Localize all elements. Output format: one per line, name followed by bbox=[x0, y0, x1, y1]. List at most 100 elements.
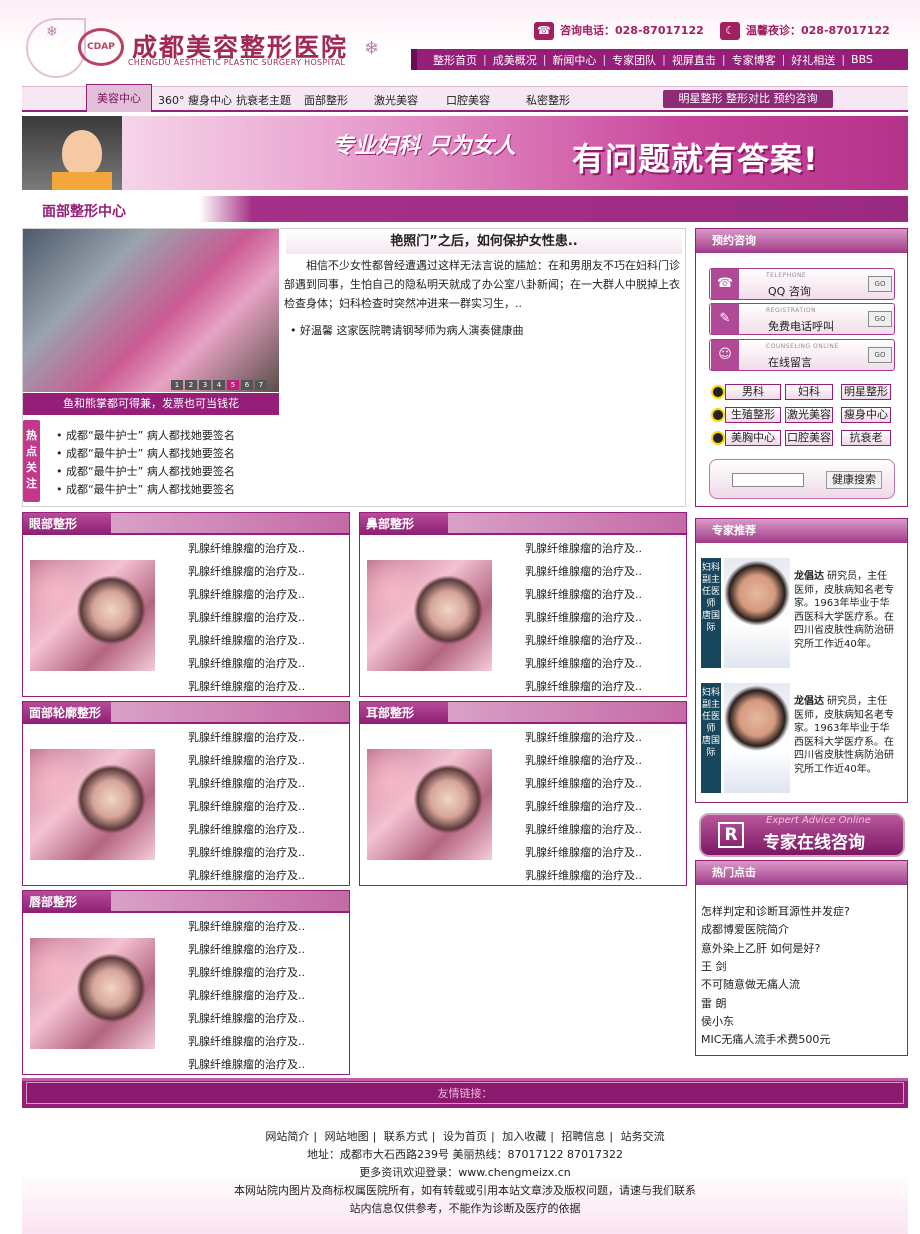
search-button[interactable]: 健康搜索 bbox=[826, 471, 882, 489]
pager-7[interactable]: 7 bbox=[255, 380, 267, 390]
category-article-link[interactable]: 乳腺纤维腺瘤的治疗及.. bbox=[525, 540, 642, 556]
category-article-link[interactable]: 乳腺纤维腺瘤的治疗及.. bbox=[525, 586, 642, 602]
pager-3[interactable]: 3 bbox=[199, 380, 211, 390]
category-article-link[interactable]: 乳腺纤维腺瘤的治疗及.. bbox=[188, 987, 305, 1003]
footer-link-sitemap[interactable]: 网站地图 bbox=[321, 1130, 373, 1143]
category-article-link[interactable]: 乳腺纤维腺瘤的治疗及.. bbox=[525, 678, 642, 694]
keyword-button[interactable]: 瘦身中心 bbox=[841, 407, 891, 423]
category-article-link[interactable]: 乳腺纤维腺瘤的治疗及.. bbox=[188, 798, 305, 814]
category-title[interactable]: 唇部整形 bbox=[23, 891, 111, 913]
keyword-button[interactable]: 激光美容 bbox=[785, 407, 833, 423]
hot-click-link[interactable]: MIC无痛人流手术费500元 bbox=[701, 1031, 830, 1047]
feature-caption[interactable]: 鱼和熊掌都可得兼，发票也可当钱花 bbox=[23, 393, 279, 415]
expert-photo[interactable] bbox=[724, 683, 790, 793]
pager-6[interactable]: 6 bbox=[241, 380, 253, 390]
feature-photo[interactable]: 1234567 bbox=[23, 229, 279, 392]
category-image[interactable] bbox=[30, 560, 155, 671]
keyword-button[interactable]: 抗衰老 bbox=[841, 430, 891, 446]
category-article-link[interactable]: 乳腺纤维腺瘤的治疗及.. bbox=[188, 918, 305, 934]
category-article-link[interactable]: 乳腺纤维腺瘤的治疗及.. bbox=[188, 655, 305, 671]
category-title[interactable]: 面部轮廓整形 bbox=[23, 702, 111, 724]
footer-link-exchange[interactable]: 站务交流 bbox=[617, 1130, 669, 1143]
category-title[interactable]: 耳部整形 bbox=[360, 702, 448, 724]
category-article-link[interactable]: 乳腺纤维腺瘤的治疗及.. bbox=[188, 609, 305, 625]
category-article-link[interactable]: 乳腺纤维腺瘤的治疗及.. bbox=[188, 821, 305, 837]
category-article-link[interactable]: 乳腺纤维腺瘤的治疗及.. bbox=[188, 678, 305, 694]
nav2-private[interactable]: 私密整形 bbox=[526, 92, 570, 108]
go-button[interactable]: GO bbox=[868, 276, 892, 292]
banner[interactable]: 专业妇科 只为女人 有问题就有答案! bbox=[22, 116, 908, 190]
hot-click-link[interactable]: 王 剑 bbox=[701, 958, 727, 974]
category-article-link[interactable]: 乳腺纤维腺瘤的治疗及.. bbox=[525, 867, 642, 883]
keyword-button[interactable]: 男科 bbox=[725, 384, 781, 400]
hot-click-link[interactable]: 雷 朗 bbox=[701, 995, 727, 1011]
pager-4[interactable]: 4 bbox=[213, 380, 225, 390]
footer-link-intro[interactable]: 网站简介 bbox=[261, 1130, 313, 1143]
category-article-link[interactable]: 乳腺纤维腺瘤的治疗及.. bbox=[188, 752, 305, 768]
hot-click-link[interactable]: 意外染上乙肝 如何是好? bbox=[701, 940, 820, 956]
hot-click-link[interactable]: 成都博爱医院简介 bbox=[701, 921, 789, 937]
hot-item[interactable]: • 成都“最牛护士” 病人都找她要签名 bbox=[56, 481, 235, 497]
hot-click-link[interactable]: 不可随意做无痛人流 bbox=[701, 976, 800, 992]
nav2-antiaging[interactable]: 抗衰老主题 bbox=[236, 92, 291, 108]
consult-item[interactable]: ☎ TELEPHONE QQ 咨询 GO bbox=[709, 268, 895, 300]
hot-item[interactable]: • 成都“最牛护士” 病人都找她要签名 bbox=[56, 463, 235, 479]
hot-item[interactable]: • 成都“最牛护士” 病人都找她要签名 bbox=[56, 427, 235, 443]
category-image[interactable] bbox=[367, 749, 492, 860]
keyword-button[interactable]: 生殖整形 bbox=[725, 407, 781, 423]
nav2-active-tab[interactable]: 美容中心 bbox=[86, 84, 152, 112]
category-article-link[interactable]: 乳腺纤维腺瘤的治疗及.. bbox=[188, 632, 305, 648]
search-input[interactable] bbox=[732, 473, 804, 487]
nav-news[interactable]: 新闻中心 bbox=[546, 52, 602, 68]
category-article-link[interactable]: 乳腺纤维腺瘤的治疗及.. bbox=[188, 867, 305, 883]
pager-2[interactable]: 2 bbox=[185, 380, 197, 390]
category-article-link[interactable]: 乳腺纤维腺瘤的治疗及.. bbox=[525, 798, 642, 814]
nav2-slim[interactable]: 360° 瘦身中心 bbox=[158, 92, 232, 108]
keyword-button[interactable]: 明星整形 bbox=[841, 384, 891, 400]
hot-item[interactable]: • 成都“最牛护士” 病人都找她要签名 bbox=[56, 445, 235, 461]
category-article-link[interactable]: 乳腺纤维腺瘤的治疗及.. bbox=[188, 729, 305, 745]
category-article-link[interactable]: 乳腺纤维腺瘤的治疗及.. bbox=[525, 563, 642, 579]
footer-link-jobs[interactable]: 招聘信息 bbox=[557, 1130, 609, 1143]
nav2-laser[interactable]: 激光美容 bbox=[374, 92, 418, 108]
keyword-button[interactable]: 妇科 bbox=[785, 384, 833, 400]
category-image[interactable] bbox=[367, 560, 492, 671]
nav-blog[interactable]: 专家博客 bbox=[726, 52, 782, 68]
category-article-link[interactable]: 乳腺纤维腺瘤的治疗及.. bbox=[525, 609, 642, 625]
consult-item[interactable]: ☺ COUNSELING ONLINE 在线留言 GO bbox=[709, 339, 895, 371]
expert-name[interactable]: 龙倡达 bbox=[794, 571, 824, 582]
category-article-link[interactable]: 乳腺纤维腺瘤的治疗及.. bbox=[188, 586, 305, 602]
category-article-link[interactable]: 乳腺纤维腺瘤的治疗及.. bbox=[525, 655, 642, 671]
hot-click-link[interactable]: 怎样判定和诊断耳源性并发症? bbox=[701, 903, 850, 919]
category-article-link[interactable]: 乳腺纤维腺瘤的治疗及.. bbox=[525, 821, 642, 837]
category-article-link[interactable]: 乳腺纤维腺瘤的治疗及.. bbox=[188, 540, 305, 556]
category-title[interactable]: 鼻部整形 bbox=[360, 513, 448, 535]
category-article-link[interactable]: 乳腺纤维腺瘤的治疗及.. bbox=[188, 941, 305, 957]
nav-video[interactable]: 视屏直击 bbox=[666, 52, 722, 68]
category-article-link[interactable]: 乳腺纤维腺瘤的治疗及.. bbox=[525, 844, 642, 860]
pager-5[interactable]: 5 bbox=[227, 380, 239, 390]
nav-team[interactable]: 专家团队 bbox=[606, 52, 662, 68]
category-article-link[interactable]: 乳腺纤维腺瘤的治疗及.. bbox=[525, 729, 642, 745]
nav-gifts[interactable]: 好礼相送 bbox=[785, 52, 841, 68]
nav-home[interactable]: 整形首页 bbox=[427, 52, 483, 68]
footer-link-bookmark[interactable]: 加入收藏 bbox=[498, 1130, 550, 1143]
footer-link-contact[interactable]: 联系方式 bbox=[380, 1130, 432, 1143]
feature-title[interactable]: 艳照门”之后，如何保护女性患.. bbox=[286, 230, 682, 254]
expert-name[interactable]: 龙倡达 bbox=[794, 696, 824, 707]
category-article-link[interactable]: 乳腺纤维腺瘤的治疗及.. bbox=[188, 775, 305, 791]
nav2-right-links[interactable]: 明星整形 整形对比 预约咨询 bbox=[663, 90, 833, 108]
category-title[interactable]: 眼部整形 bbox=[23, 513, 111, 535]
category-article-link[interactable]: 乳腺纤维腺瘤的治疗及.. bbox=[188, 563, 305, 579]
nav-bbs[interactable]: BBS bbox=[845, 53, 879, 66]
category-article-link[interactable]: 乳腺纤维腺瘤的治疗及.. bbox=[188, 1010, 305, 1026]
keyword-button[interactable]: 美胸中心 bbox=[725, 430, 781, 446]
nav2-oral[interactable]: 口腔美容 bbox=[446, 92, 490, 108]
category-article-link[interactable]: 乳腺纤维腺瘤的治疗及.. bbox=[188, 844, 305, 860]
hot-click-link[interactable]: 侯小东 bbox=[701, 1013, 734, 1029]
nav2-face[interactable]: 面部整形 bbox=[304, 92, 348, 108]
category-article-link[interactable]: 乳腺纤维腺瘤的治疗及.. bbox=[188, 964, 305, 980]
go-button[interactable]: GO bbox=[868, 347, 892, 363]
category-image[interactable] bbox=[30, 938, 155, 1049]
category-article-link[interactable]: 乳腺纤维腺瘤的治疗及.. bbox=[525, 632, 642, 648]
